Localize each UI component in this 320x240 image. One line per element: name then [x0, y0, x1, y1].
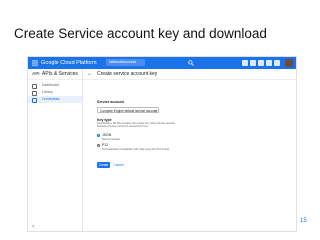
- p12-radio[interactable]: [97, 144, 100, 147]
- page-header: ← Create service account key: [83, 69, 296, 80]
- service-account-value: Compute Engine default service account: [100, 109, 158, 113]
- p12-option-label[interactable]: P12: [102, 143, 108, 147]
- sidebar-item-credentials[interactable]: Credentials: [28, 96, 82, 103]
- cancel-button[interactable]: Cancel: [112, 162, 125, 168]
- brand-name[interactable]: Google Cloud Platform: [41, 60, 97, 66]
- back-arrow-icon[interactable]: ←: [87, 70, 93, 78]
- json-option-label[interactable]: JSON: [102, 133, 111, 137]
- notifications-icon[interactable]: [258, 60, 264, 66]
- console-screenshot: Google Cloud Platform NationalAccounts A…: [27, 56, 297, 232]
- help-icon[interactable]: [250, 60, 256, 66]
- sidebar-item-label: Library: [42, 90, 53, 94]
- json-radio[interactable]: [97, 134, 100, 137]
- avatar[interactable]: [285, 59, 293, 67]
- sidebar-title: APIs & Services: [42, 71, 78, 77]
- main-content: ← Create service account key Service acc…: [83, 69, 296, 231]
- top-app-bar: Google Cloud Platform NationalAccounts: [28, 57, 296, 69]
- key-icon: [32, 98, 37, 103]
- api-icon: API: [32, 71, 40, 76]
- service-account-label: Service account: [97, 100, 124, 104]
- sidebar-header: API APIs & Services: [28, 69, 82, 80]
- activity-icon[interactable]: [266, 60, 272, 66]
- search-icon[interactable]: [188, 60, 194, 66]
- json-option-sublabel: Recommended: [102, 138, 120, 141]
- page-number: 15: [300, 218, 307, 224]
- sidebar-item-library[interactable]: Library: [28, 89, 82, 96]
- service-account-select[interactable]: Compute Engine default service account ▾: [97, 107, 159, 113]
- p12-option-sublabel: For backward compatibility with code usi…: [102, 148, 170, 151]
- more-options-icon[interactable]: [274, 60, 280, 66]
- create-button[interactable]: Create: [97, 162, 110, 168]
- sidebar: API APIs & Services Dashboard Library Cr…: [28, 69, 83, 231]
- key-type-help: Downloads a file that contains the priva…: [97, 122, 176, 129]
- chevron-down-icon: ▾: [154, 109, 156, 113]
- project-selector[interactable]: NationalAccounts: [106, 59, 145, 66]
- sidebar-item-label: Credentials: [42, 97, 60, 101]
- cloud-shell-icon[interactable]: [242, 60, 248, 66]
- slide-title: Create Service account key and download: [14, 26, 267, 41]
- menu-icon[interactable]: [32, 60, 38, 66]
- page-title: Create service account key: [97, 71, 158, 77]
- collapse-sidebar-icon[interactable]: ‹|: [32, 223, 34, 228]
- sidebar-item-label: Dashboard: [42, 83, 60, 87]
- sidebar-item-dashboard[interactable]: Dashboard: [28, 82, 82, 89]
